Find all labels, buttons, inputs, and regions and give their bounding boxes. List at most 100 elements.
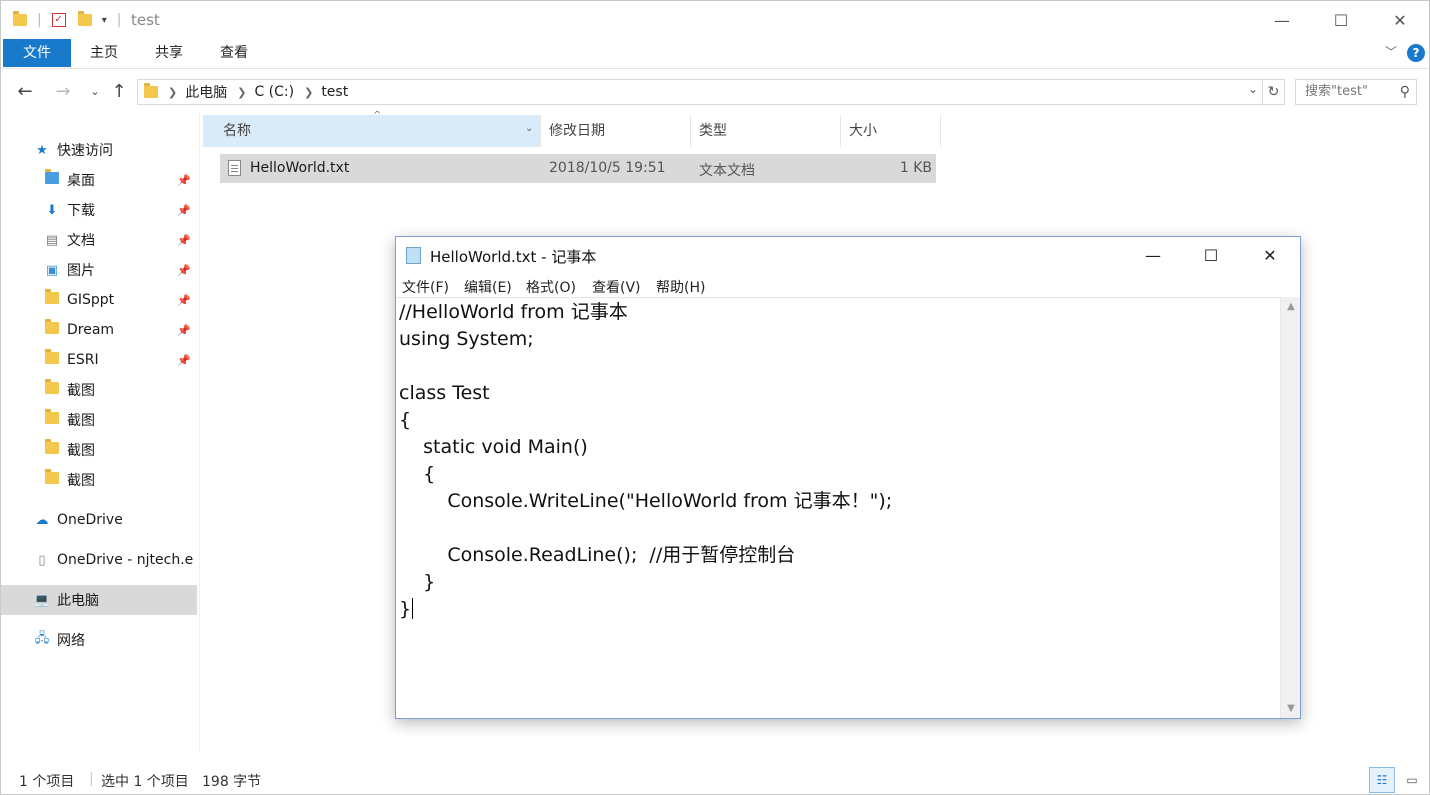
new-folder-icon[interactable] (77, 11, 92, 26)
breadcrumb-separator-icon[interactable]: ❯ (168, 86, 177, 99)
menu-help[interactable]: 帮助(H) (656, 277, 705, 297)
customize-toolbar-icon[interactable]: ▾ (102, 15, 107, 26)
code-line: class Test (399, 382, 490, 404)
close-button[interactable]: ✕ (1371, 1, 1429, 39)
code-line: { (399, 463, 436, 485)
address-bar[interactable]: ❯ 此电脑 ❯ C (C:) ❯ test ⌄ (137, 79, 1263, 105)
recent-locations-button[interactable]: ⌄ (83, 81, 107, 103)
details-view-button[interactable]: ☷ (1369, 767, 1395, 793)
selected-count: 选中 1 个项目 (101, 774, 189, 790)
notepad-minimize-button[interactable]: — (1124, 237, 1182, 273)
sidebar-item-screenshot[interactable]: 截图 (1, 465, 197, 495)
minimize-button[interactable]: — (1253, 1, 1311, 39)
sidebar-item-downloads[interactable]: ⬇ 下载 📌 (1, 195, 197, 225)
pin-icon[interactable]: 📌 (177, 294, 191, 307)
notepad-close-button[interactable]: ✕ (1241, 237, 1299, 273)
sidebar-item-label: 此电脑 (57, 593, 99, 609)
desktop-folder-icon (43, 169, 61, 188)
back-button[interactable]: ← (13, 81, 37, 103)
pin-icon[interactable]: 📌 (177, 174, 191, 187)
status-separator: | (89, 771, 94, 787)
status-bar: 1 个项目 | 选中 1 个项目 198 字节 (1, 767, 1429, 795)
column-header-type[interactable]: 类型 (691, 115, 841, 147)
selected-size: 198 字节 (202, 774, 262, 790)
notepad-title-bar[interactable]: HelloWorld.txt - 记事本 — ☐ ✕ (396, 237, 1300, 273)
expand-ribbon-icon[interactable]: ﹀ (1385, 43, 1397, 60)
quick-access-toolbar: | ✓ ▾ | (13, 10, 121, 30)
notepad-title: HelloWorld.txt - 记事本 (430, 248, 597, 266)
code-line: Console.ReadLine(); //用于暂停控制台 (399, 544, 796, 566)
large-icons-view-button[interactable]: ▭ (1399, 767, 1425, 793)
sidebar-item-label: 快速访问 (57, 143, 113, 159)
pin-icon[interactable]: 📌 (177, 264, 191, 277)
sidebar-item-documents[interactable]: ▤ 文档 📌 (1, 225, 197, 255)
up-button[interactable]: ↑ (107, 81, 131, 103)
file-name[interactable]: HelloWorld.txt (250, 160, 349, 176)
notepad-window: HelloWorld.txt - 记事本 — ☐ ✕ 文件(F) 编辑(E) 格… (395, 236, 1301, 719)
file-type: 文本文档 (699, 163, 755, 179)
file-size: 1 KB (899, 160, 932, 176)
breadcrumb-separator-icon[interactable]: ❯ (304, 86, 313, 99)
menu-edit[interactable]: 编辑(E) (464, 277, 512, 297)
pin-icon[interactable]: 📌 (177, 324, 191, 337)
text-file-icon (228, 160, 241, 176)
pin-icon[interactable]: 📌 (177, 204, 191, 217)
search-input[interactable]: 搜索"test" ⚲ (1295, 79, 1417, 105)
sidebar-item-network[interactable]: 🖧 网络 (1, 625, 197, 655)
notepad-maximize-button[interactable]: ☐ (1182, 237, 1240, 273)
tab-share[interactable]: 共享 (141, 39, 197, 67)
column-header-name[interactable]: 名称 (203, 115, 541, 147)
pane-divider[interactable] (199, 113, 200, 753)
breadcrumb-drive[interactable]: C (C:) (254, 84, 294, 100)
folder-icon (43, 319, 61, 338)
sidebar-item-screenshot[interactable]: 截图 (1, 375, 197, 405)
notepad-vertical-scrollbar[interactable]: ▲ ▼ (1280, 297, 1300, 718)
sidebar-item-label: 截图 (67, 473, 95, 489)
properties-icon[interactable]: ✓ (51, 13, 66, 27)
sidebar-item-gisppt[interactable]: GISppt 📌 (1, 285, 197, 315)
sidebar-item-onedrive[interactable]: ☁ OneDrive (1, 505, 197, 535)
scroll-down-icon[interactable]: ▼ (1281, 703, 1301, 714)
breadcrumb-separator-icon[interactable]: ❯ (237, 86, 246, 99)
sidebar-item-onedrive-business[interactable]: ▯ OneDrive - njtech.e (1, 545, 197, 575)
tab-view[interactable]: 查看 (207, 39, 261, 67)
notepad-text-area[interactable]: //HelloWorld from 记事本 using System; clas… (396, 297, 1280, 718)
search-icon[interactable]: ⚲ (1400, 80, 1410, 104)
pin-icon[interactable]: 📌 (177, 354, 191, 367)
column-header-modified[interactable]: 修改日期 (541, 115, 691, 147)
scroll-up-icon[interactable]: ▲ (1281, 301, 1301, 312)
item-count: 1 个项目 (19, 774, 75, 790)
sidebar-item-desktop[interactable]: 桌面 📌 (1, 165, 197, 195)
table-row[interactable]: HelloWorld.txt 2018/10/5 19:51 文本文档 1 KB (220, 154, 936, 183)
chevron-down-icon[interactable]: ⌄ (525, 123, 533, 134)
tab-home[interactable]: 主页 (77, 39, 131, 67)
sidebar-item-pictures[interactable]: ▣ 图片 📌 (1, 255, 197, 285)
pin-icon[interactable]: 📌 (177, 234, 191, 247)
sidebar-item-label: 下载 (67, 203, 95, 219)
breadcrumb-folder[interactable]: test (321, 84, 348, 100)
forward-button[interactable]: → (51, 81, 75, 103)
tab-file[interactable]: 文件 (3, 39, 71, 67)
refresh-button[interactable]: ↻ (1263, 79, 1285, 105)
menu-format[interactable]: 格式(O) (526, 277, 576, 297)
column-header-size[interactable]: 大小 (841, 115, 941, 147)
sidebar-item-quick-access[interactable]: ★ 快速访问 (1, 135, 197, 165)
menu-file[interactable]: 文件(F) (402, 277, 449, 297)
sort-ascending-icon: ^ (373, 110, 382, 121)
help-icon[interactable]: ? (1407, 44, 1425, 62)
menu-view[interactable]: 查看(V) (592, 277, 641, 297)
folder-icon (43, 379, 61, 398)
chevron-down-icon[interactable]: ⌄ (1248, 82, 1258, 96)
maximize-button[interactable]: ☐ (1312, 1, 1370, 39)
sidebar-item-dream[interactable]: Dream 📌 (1, 315, 197, 345)
breadcrumb-this-pc[interactable]: 此电脑 (185, 82, 227, 102)
sidebar-item-this-pc[interactable]: 💻 此电脑 (1, 585, 197, 615)
toolbar-separator: | (116, 12, 122, 28)
folder-icon (13, 11, 27, 26)
downloads-folder-icon: ⬇ (46, 202, 58, 218)
network-icon: 🖧 (34, 631, 50, 646)
sidebar-item-esri[interactable]: ESRI 📌 (1, 345, 197, 375)
sidebar-item-screenshot[interactable]: 截图 (1, 435, 197, 465)
sidebar-item-screenshot[interactable]: 截图 (1, 405, 197, 435)
sidebar-item-label: 截图 (67, 443, 95, 459)
